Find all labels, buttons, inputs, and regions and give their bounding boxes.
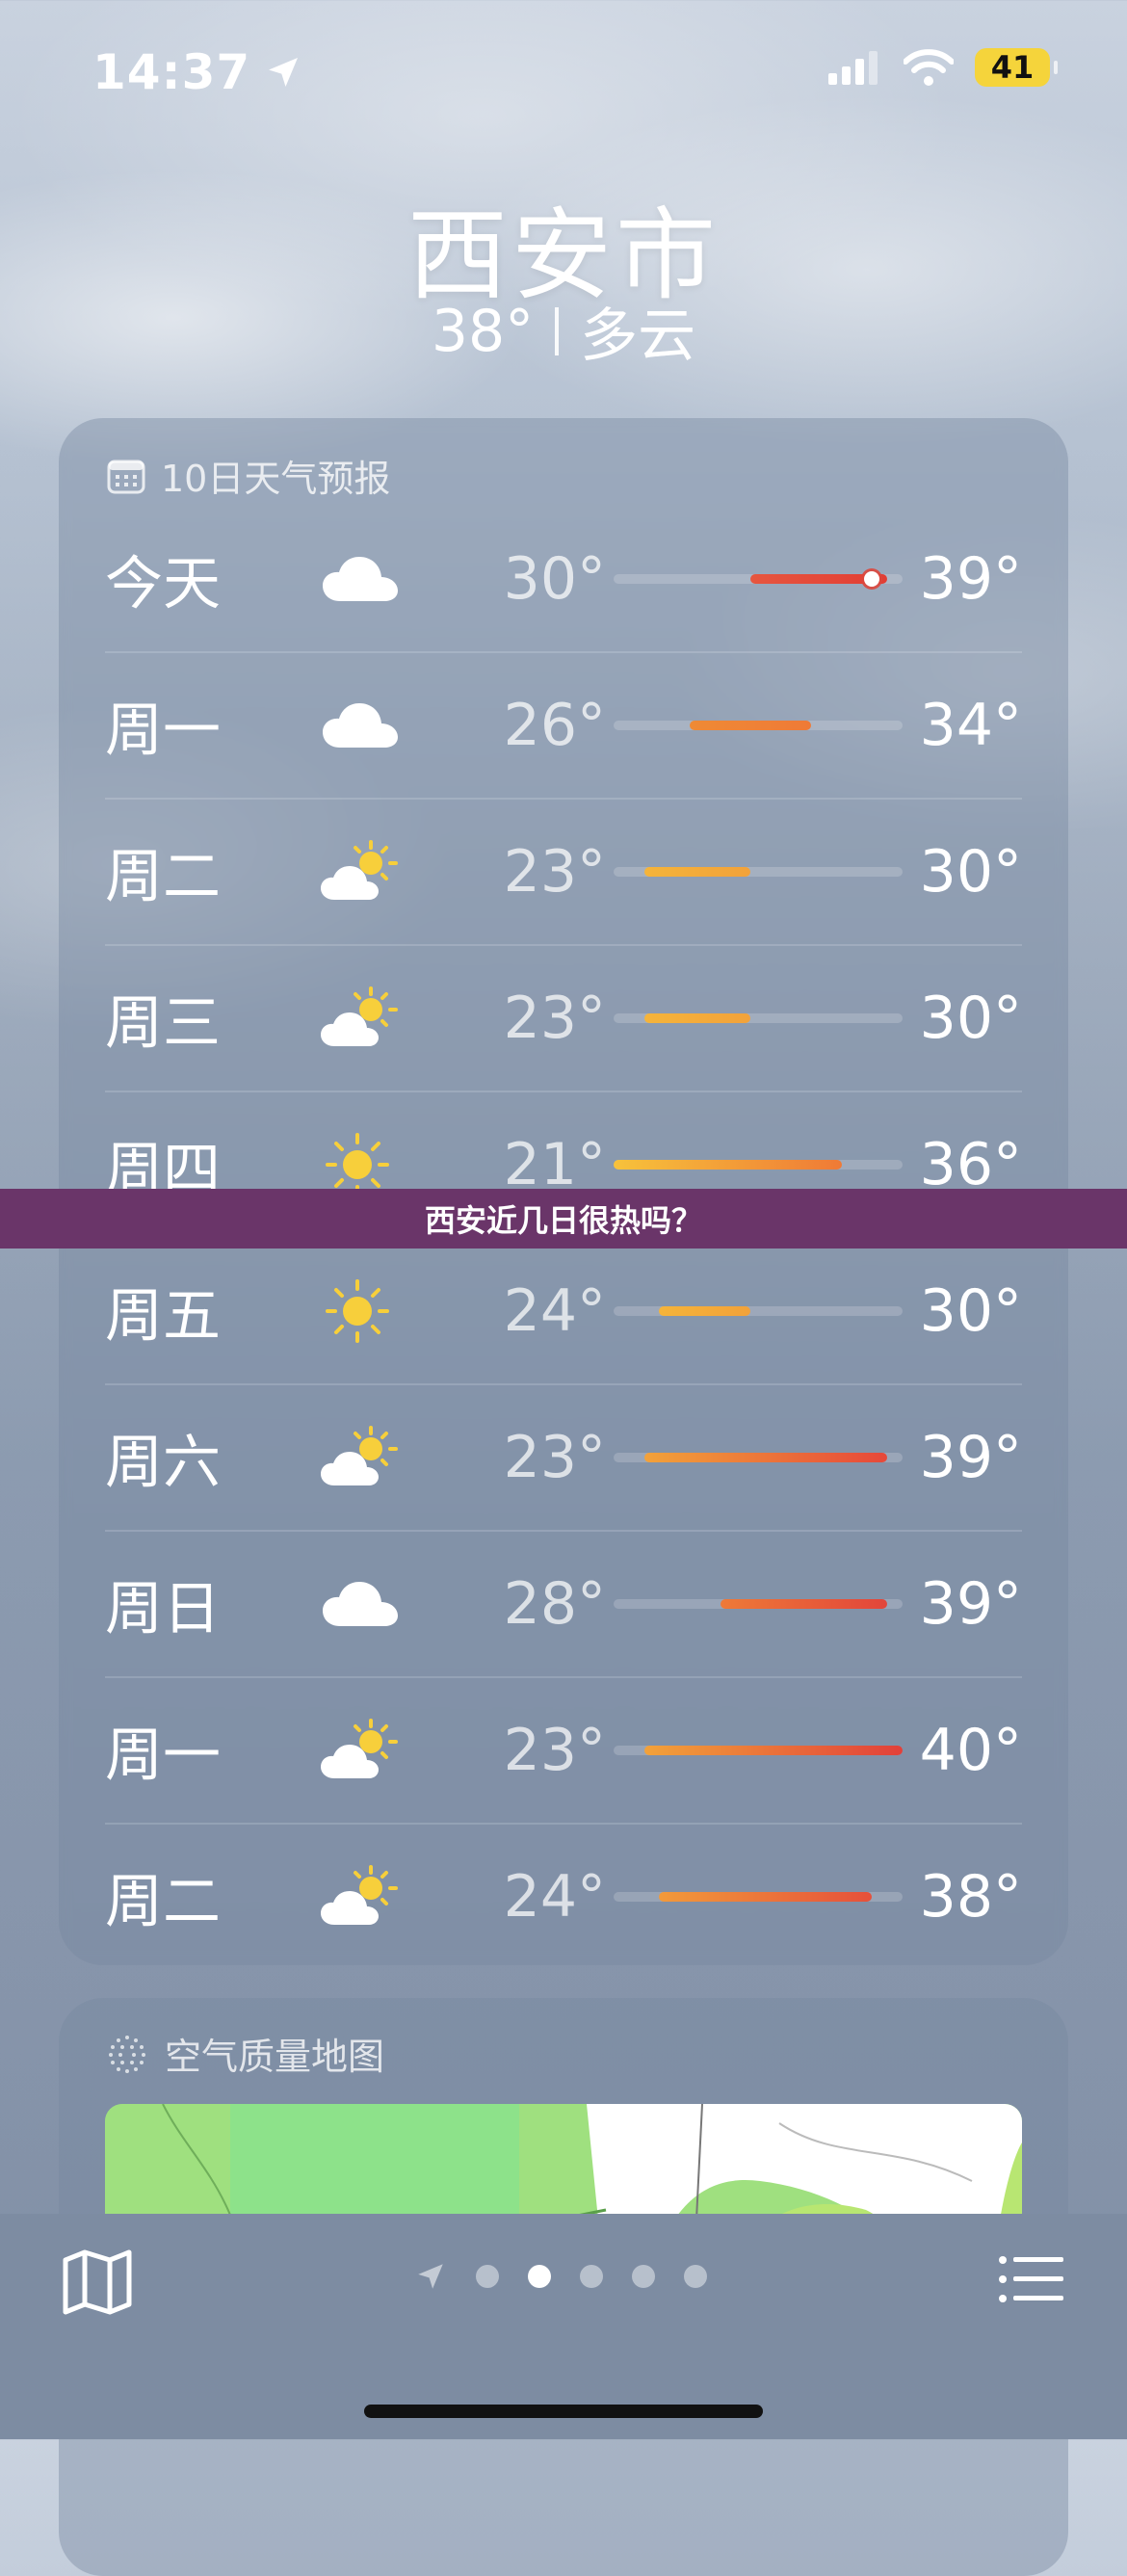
location-arrow-icon [269, 58, 299, 87]
low-temp: 23° [503, 1717, 606, 1784]
high-temp: 38° [919, 1863, 1022, 1931]
calendar-icon [107, 460, 145, 493]
forecast-day: 周日 [105, 1575, 221, 1643]
temp-range-fill [643, 1453, 888, 1462]
cloud-icon [319, 545, 406, 613]
temp-range-bar [614, 1453, 903, 1462]
list-icon[interactable] [998, 2254, 1063, 2304]
sun-icon [319, 1277, 406, 1345]
cloud-icon [319, 692, 406, 759]
low-temp: 23° [503, 985, 606, 1052]
current-summary: 38° 多云 [0, 289, 1127, 373]
forecast-row[interactable]: 周六 23° 39° [105, 1385, 1022, 1532]
high-temp: 39° [919, 1570, 1022, 1638]
temp-range-bar [614, 867, 903, 877]
forecast-day: 周二 [105, 1868, 221, 1936]
question-banner: 西安近几日很热吗？ [0, 1189, 1127, 1249]
low-temp: 24° [503, 1863, 606, 1931]
air-quality-title: 空气质量地图 [165, 2036, 385, 2078]
forecast-row[interactable]: 周日 28° 39° [105, 1532, 1022, 1678]
temp-range-fill [659, 1892, 873, 1902]
forecast-header: 10日天气预报 [107, 449, 390, 502]
page-dot[interactable] [476, 2265, 499, 2288]
high-temp: 30° [919, 838, 1022, 906]
forecast-row[interactable]: 周五 24° 30° [105, 1239, 1022, 1385]
air-quality-dots-icon [109, 2035, 145, 2073]
high-temp: 40° [919, 1717, 1022, 1784]
partly-sunny-icon [319, 838, 406, 906]
forecast-day: 周一 [105, 1722, 221, 1790]
high-temp: 30° [919, 985, 1022, 1052]
partly-sunny-icon [319, 1863, 406, 1931]
low-temp: 26° [503, 692, 606, 759]
temp-range-fill [689, 721, 812, 730]
forecast-row[interactable]: 周一 23° 40° [105, 1678, 1022, 1825]
temp-range-fill [659, 1306, 751, 1316]
forecast-day: 周三 [105, 989, 221, 1058]
temp-range-bar [614, 1746, 903, 1755]
current-condition: 多云 [580, 302, 696, 370]
temp-range-bar [614, 1160, 903, 1170]
forecast-day: 周一 [105, 697, 221, 765]
cloud-icon [319, 1570, 406, 1638]
forecast-day: 周五 [105, 1282, 221, 1351]
high-temp: 39° [919, 545, 1022, 613]
battery-indicator: 41 [975, 48, 1058, 87]
home-indicator [364, 2405, 763, 2418]
page-dot[interactable] [528, 2265, 551, 2288]
temp-range-bar [614, 1013, 903, 1023]
map-icon[interactable] [62, 2248, 133, 2316]
temp-range-bar [614, 1306, 903, 1316]
forecast-row[interactable]: 周二 24° 38° [105, 1825, 1022, 1969]
air-quality-header: 空气质量地图 [107, 2027, 384, 2080]
high-temp: 39° [919, 1424, 1022, 1491]
forecast-day: 周六 [105, 1429, 221, 1497]
temp-range-bar [614, 1599, 903, 1609]
battery-level: 41 [990, 49, 1035, 86]
low-temp: 30° [503, 545, 606, 613]
time-text: 14:37 [92, 44, 251, 100]
wifi-icon [904, 49, 954, 86]
temp-range-fill [614, 1160, 842, 1170]
partly-sunny-icon [319, 1424, 406, 1491]
forecast-day: 今天 [105, 550, 221, 618]
page-dot[interactable] [632, 2265, 655, 2288]
status-bar: 14:37 41 [92, 44, 1058, 102]
bottom-toolbar [0, 2214, 1127, 2439]
temp-range-fill [643, 1013, 751, 1023]
forecast-row[interactable]: 周三 23° 30° [105, 946, 1022, 1092]
low-temp: 23° [503, 1424, 606, 1491]
low-temp: 23° [503, 838, 606, 906]
forecast-row[interactable]: 周一 26° 34° [105, 653, 1022, 800]
partly-sunny-icon [319, 985, 406, 1052]
low-temp: 28° [503, 1570, 606, 1638]
page-indicator[interactable] [414, 2260, 707, 2293]
high-temp: 34° [919, 692, 1022, 759]
page-dot[interactable] [684, 2265, 707, 2288]
current-temp-marker [864, 571, 880, 587]
forecast-row[interactable]: 周二 23° 30° [105, 800, 1022, 946]
location-page-icon[interactable] [414, 2260, 447, 2293]
temp-range-bar [614, 571, 903, 587]
forecast-day: 周二 [105, 843, 221, 911]
forecast-row[interactable]: 今天 30° 39° [105, 507, 1022, 653]
low-temp: 24° [503, 1277, 606, 1345]
temp-range-fill [720, 1599, 888, 1609]
current-temp: 38° [431, 297, 535, 365]
page-dot[interactable] [580, 2265, 603, 2288]
summary-divider [555, 306, 560, 355]
signal-icon [828, 51, 878, 85]
temp-range-bar [614, 721, 903, 730]
temp-range-fill [643, 867, 751, 877]
temp-range-bar [614, 1892, 903, 1902]
forecast-title: 10日天气预报 [161, 458, 391, 500]
temp-range-fill [643, 1746, 903, 1755]
partly-sunny-icon [319, 1717, 406, 1784]
status-time: 14:37 [92, 44, 302, 100]
high-temp: 30° [919, 1277, 1022, 1345]
